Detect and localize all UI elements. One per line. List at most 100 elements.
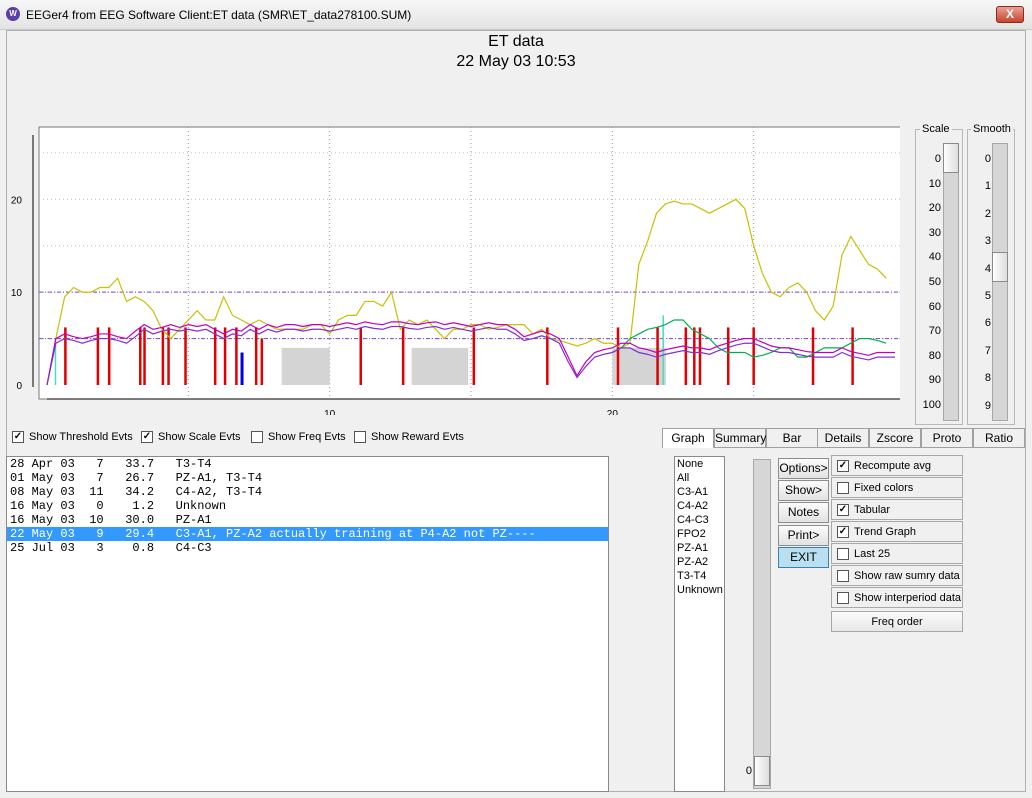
channel-list[interactable]: None All C3-A1 C4-A2 C4-C3 FPO2 PZ-A1 PZ-A2 T3-T… bbox=[674, 456, 725, 792]
channel-item[interactable]: C4-C3 bbox=[675, 513, 724, 527]
threshold-event-bar bbox=[359, 327, 363, 385]
threshold-event-bar bbox=[184, 327, 187, 385]
session-row[interactable]: 16 May 03 10 30.0 PZ-A1 bbox=[7, 513, 608, 527]
channel-item[interactable]: All bbox=[675, 471, 724, 485]
session-row[interactable]: 01 May 03 7 26.7 PZ-A1, T3-T4 bbox=[7, 471, 608, 485]
option-checkbox[interactable]: Show interperiod data bbox=[831, 587, 963, 608]
smooth-tick-label: 5 bbox=[984, 290, 991, 302]
trend-chart: 0 10 20 10 20 bbox=[11, 126, 900, 415]
option-checkbox[interactable]: ✓ Tabular bbox=[831, 499, 963, 520]
threshold-event-bar bbox=[213, 327, 217, 385]
option-checkbox[interactable]: ✓ Trend Graph bbox=[831, 521, 963, 542]
event-checkbox[interactable]: Show Reward Evts bbox=[354, 431, 464, 443]
session-row[interactable]: 16 May 03 0 1.2 Unknown bbox=[7, 499, 608, 513]
channel-item[interactable]: Unknown bbox=[675, 583, 724, 597]
option-label: Last 25 bbox=[854, 547, 891, 560]
tab-proto[interactable]: Proto bbox=[921, 428, 973, 448]
channel-item[interactable]: None bbox=[675, 457, 724, 471]
smooth-tick-label: 7 bbox=[984, 344, 991, 357]
threshold-event-bar bbox=[693, 327, 696, 385]
threshold-event-bar bbox=[139, 327, 142, 385]
threshold-event-bar bbox=[698, 327, 702, 385]
scale-slider-thumb[interactable] bbox=[943, 143, 959, 173]
tab-bar[interactable]: Bar bbox=[766, 428, 818, 448]
threshold-event-bar bbox=[260, 338, 264, 385]
tab-zscore[interactable]: Zscore bbox=[869, 428, 921, 448]
option-label: Recompute avg bbox=[854, 459, 932, 472]
checkbox-box[interactable]: ✓ bbox=[141, 431, 153, 443]
freq-order-button[interactable]: Freq order bbox=[831, 611, 963, 632]
channel-item[interactable]: T3-T4 bbox=[675, 569, 724, 583]
scale-tick-label: 80 bbox=[928, 349, 941, 362]
session-row[interactable]: 08 May 03 11 34.2 C4-A2, T3-T4 bbox=[7, 485, 608, 499]
channel-item[interactable]: C4-A2 bbox=[675, 499, 724, 513]
threshold-event-bar bbox=[143, 327, 146, 385]
event-checkbox[interactable]: ✓ Show Scale Evts bbox=[141, 431, 241, 443]
tab-details[interactable]: Details bbox=[817, 428, 869, 448]
session-row[interactable]: 22 May 03 9 29.4 C3-A1, PZ-A2 actually t… bbox=[7, 527, 608, 541]
smooth-tick-label: 0 bbox=[984, 153, 991, 165]
checkbox-box[interactable] bbox=[251, 431, 263, 443]
channel-item[interactable]: PZ-A2 bbox=[675, 555, 724, 569]
window-title: EEGer4 from EEG Software Client:ET data … bbox=[26, 8, 412, 22]
option-checkbox[interactable]: Show raw sumry data bbox=[831, 565, 963, 586]
smooth-slider-track[interactable] bbox=[992, 143, 1008, 421]
session-row[interactable]: 25 Jul 03 3 0.8 C4-C3 bbox=[7, 541, 608, 555]
app-icon: W bbox=[6, 7, 20, 21]
y-tick-label: 10 bbox=[11, 288, 23, 299]
y-tick-label: 0 bbox=[16, 381, 22, 392]
checkbox-label: Show Reward Evts bbox=[371, 431, 464, 443]
print-button[interactable]: Print> bbox=[778, 525, 829, 546]
scale-tick-label: 0 bbox=[934, 153, 941, 165]
checkbox-label: Show Scale Evts bbox=[158, 431, 241, 443]
option-label: Trend Graph bbox=[854, 525, 916, 538]
checkbox-label: Show Freq Evts bbox=[268, 431, 346, 443]
checkbox-box[interactable]: ✓ bbox=[837, 459, 849, 472]
x-tick-label: 20 bbox=[607, 409, 619, 415]
checkbox-box[interactable]: ✓ bbox=[12, 431, 24, 443]
options-panel: ✓ Recompute avg Fixed colors ✓ Tabular ✓ Trend… bbox=[831, 455, 963, 633]
scale-slider-track[interactable] bbox=[943, 143, 959, 421]
close-button[interactable]: X bbox=[996, 6, 1024, 23]
checkbox-box[interactable] bbox=[837, 591, 849, 604]
tab-ratio[interactable]: Ratio bbox=[973, 428, 1025, 448]
smooth-tick-label: 3 bbox=[984, 235, 991, 248]
checkbox-box[interactable] bbox=[837, 481, 849, 494]
threshold-event-bar bbox=[223, 327, 227, 385]
checkbox-box[interactable] bbox=[837, 569, 849, 582]
options-button[interactable]: Options> bbox=[778, 458, 829, 479]
session-list[interactable]: 28 Apr 03 7 33.7 T3-T4 01 May 03 7 26.7 P… bbox=[6, 456, 609, 792]
tab-summary[interactable]: Summary bbox=[714, 428, 766, 448]
scale-tick-label: 70 bbox=[928, 325, 941, 338]
show-button[interactable]: Show> bbox=[778, 480, 829, 501]
scrollbar-thumb[interactable] bbox=[754, 756, 770, 786]
channel-item[interactable]: PZ-A1 bbox=[675, 541, 724, 555]
vertical-scrollbar[interactable] bbox=[753, 459, 771, 789]
checkbox-box[interactable]: ✓ bbox=[837, 525, 849, 538]
inhibit-box bbox=[411, 347, 469, 385]
option-label: Show raw sumry data bbox=[854, 569, 960, 582]
checkbox-box[interactable] bbox=[354, 431, 366, 443]
smooth-slider-thumb[interactable] bbox=[992, 252, 1008, 282]
option-label: Fixed colors bbox=[854, 481, 914, 494]
channel-item[interactable]: FPO2 bbox=[675, 527, 724, 541]
scale-tick-label: 50 bbox=[928, 276, 941, 288]
option-checkbox[interactable]: ✓ Recompute avg bbox=[831, 455, 963, 476]
smooth-label: Smooth bbox=[971, 123, 1013, 135]
exit-button[interactable]: EXIT bbox=[778, 547, 829, 568]
event-checkbox[interactable]: Show Freq Evts bbox=[251, 431, 346, 443]
checkbox-box[interactable] bbox=[837, 547, 849, 560]
session-row[interactable]: 28 Apr 03 7 33.7 T3-T4 bbox=[7, 457, 608, 471]
option-checkbox[interactable]: Fixed colors bbox=[831, 477, 963, 498]
checkbox-label: Show Threshold Evts bbox=[29, 431, 133, 443]
threshold-event-bar bbox=[616, 327, 620, 385]
tab-graph[interactable]: Graph bbox=[662, 428, 714, 448]
option-label: Tabular bbox=[854, 503, 891, 516]
smooth-tick-label: 4 bbox=[984, 262, 991, 275]
option-checkbox[interactable]: Last 25 bbox=[831, 543, 963, 564]
scroll-value: 0 bbox=[745, 765, 752, 777]
notes-button[interactable]: Notes bbox=[778, 502, 829, 523]
event-checkbox[interactable]: ✓ Show Threshold Evts bbox=[12, 431, 133, 443]
channel-item[interactable]: C3-A1 bbox=[675, 485, 724, 499]
checkbox-box[interactable]: ✓ bbox=[837, 503, 849, 516]
